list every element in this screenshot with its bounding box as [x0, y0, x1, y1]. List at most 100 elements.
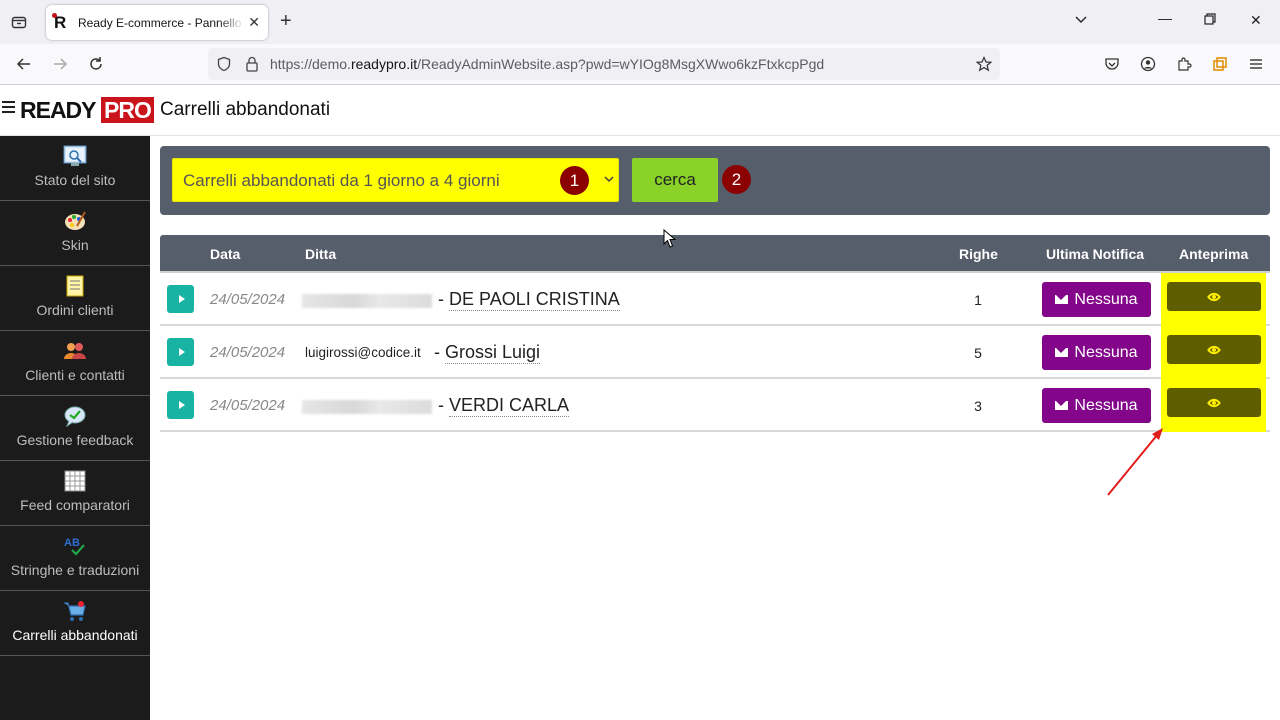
mail-icon [1055, 295, 1069, 304]
sidebar-item-label: Skin [61, 237, 89, 253]
sidebar-item-label: Gestione feedback [16, 432, 134, 448]
expand-row-button[interactable] [167, 391, 194, 419]
customer-name-link[interactable]: Grossi Luigi [445, 342, 541, 364]
account-icon[interactable] [1138, 54, 1158, 74]
logo-pro-text: PRO [101, 97, 154, 123]
sidebar-item-ordini-clienti[interactable]: Ordini clienti [0, 266, 150, 331]
expand-row-button[interactable] [167, 285, 194, 313]
sidebar-item-stato-del-sito[interactable]: Stato del sito [0, 136, 150, 201]
eye-icon [1206, 289, 1222, 304]
preview-button[interactable] [1167, 388, 1261, 417]
orders-icon [66, 275, 84, 297]
eye-icon [1206, 342, 1222, 357]
annotation-arrow-icon [1107, 428, 1163, 496]
bookmark-star-icon[interactable] [974, 54, 994, 74]
sidebar: Stato del sito Skin Ordini clienti Clien… [0, 136, 150, 720]
preview-cell-highlight [1161, 379, 1266, 432]
preview-cell-highlight [1161, 273, 1266, 326]
header-data: Data [210, 246, 241, 262]
preview-cell-highlight [1161, 326, 1266, 379]
notify-button[interactable]: Nessuna [1042, 335, 1151, 370]
back-icon[interactable] [14, 54, 34, 74]
restore-icon[interactable] [1204, 12, 1216, 28]
minimize-icon[interactable]: — [1158, 10, 1172, 26]
table-header: Data Ditta Righe Ultima Notifica Antepri… [160, 235, 1270, 273]
sidebar-item-label: Ordini clienti [36, 302, 114, 318]
row-customer: - DE PAOLI CRISTINA [438, 289, 620, 311]
row-date: 24/05/2024 [210, 344, 286, 361]
feedback-icon [64, 406, 86, 427]
svg-text:AB: AB [64, 537, 80, 549]
contacts-icon [64, 343, 86, 359]
hamburger-menu-icon[interactable] [2, 101, 15, 113]
search-button[interactable]: cerca [632, 158, 718, 202]
reload-icon[interactable] [86, 54, 106, 74]
sidebar-item-label: Stato del sito [34, 172, 116, 188]
new-tab-icon[interactable]: + [280, 11, 292, 31]
preview-button[interactable] [1167, 335, 1261, 364]
sidebar-item-label: Carrelli abbandonati [12, 627, 138, 643]
sidebar-item-label: Feed comparatori [20, 497, 130, 513]
sidebar-item-label: Clienti e contatti [25, 367, 125, 383]
tracking-shield-icon[interactable] [214, 54, 234, 74]
chevron-down-icon [604, 171, 614, 187]
cart-icon [64, 601, 86, 621]
header-righe: Righe [959, 246, 998, 262]
app-menu-icon[interactable] [1246, 54, 1266, 74]
table-row: 24/05/2024 luigirossi@codice.it - Grossi… [160, 326, 1270, 379]
extensions-icon[interactable] [1174, 54, 1194, 74]
palette-icon [65, 211, 86, 230]
row-customer: - Grossi Luigi [434, 342, 541, 364]
row-date: 24/05/2024 [210, 397, 286, 414]
address-bar[interactable]: https://demo.readypro.it/ReadyAdminWebsi… [208, 48, 1000, 80]
row-righe: 1 [974, 292, 982, 308]
period-select-value: Carrelli abbandonati da 1 giorno a 4 gio… [183, 171, 500, 190]
period-select[interactable]: Carrelli abbandonati da 1 giorno a 4 gio… [172, 158, 619, 202]
site-status-icon [63, 145, 87, 166]
page-title: Carrelli abbandonati [160, 99, 331, 120]
mouse-cursor-icon [663, 229, 677, 248]
sidebar-item-stringhe-e-traduzioni[interactable]: AB Stringhe e traduzioni [0, 526, 150, 591]
customer-name-link[interactable]: VERDI CARLA [449, 395, 570, 417]
tab-overflow-chevron-icon[interactable] [1074, 12, 1088, 29]
mail-icon [1055, 401, 1069, 410]
sidebar-item-feed-comparatori[interactable]: Feed comparatori [0, 461, 150, 526]
notify-button[interactable]: Nessuna [1042, 388, 1151, 423]
blurred-email [302, 294, 432, 308]
tab-list-icon[interactable] [8, 11, 30, 33]
url-text[interactable]: https://demo.readypro.it/ReadyAdminWebsi… [270, 56, 824, 72]
filter-panel: Carrelli abbandonati da 1 giorno a 4 gio… [160, 146, 1270, 215]
row-righe: 3 [974, 398, 982, 414]
tab-title: Ready E-commerce - Pannello amministrazi… [78, 15, 244, 30]
row-email: luigirossi@codice.it [305, 345, 421, 360]
translations-icon: AB [64, 537, 85, 556]
readypro-favicon-icon: R [52, 12, 70, 31]
notify-button[interactable]: Nessuna [1042, 282, 1151, 317]
header-anteprima: Anteprima [1179, 246, 1249, 262]
expand-row-button[interactable] [167, 338, 194, 366]
blurred-email [302, 400, 432, 414]
window-close-icon[interactable]: ✕ [1250, 12, 1262, 29]
forward-icon[interactable] [50, 54, 70, 74]
lock-icon[interactable] [242, 54, 262, 74]
preview-button[interactable] [1167, 282, 1261, 311]
browser-navbar: https://demo.readypro.it/ReadyAdminWebsi… [0, 44, 1280, 85]
row-date: 24/05/2024 [210, 291, 286, 308]
step-badge-1: 1 [560, 166, 589, 195]
abandoned-carts-table: Data Ditta Righe Ultima Notifica Antepri… [160, 235, 1270, 432]
tab-close-icon[interactable]: ✕ [248, 14, 260, 31]
browser-tab[interactable]: R Ready E-commerce - Pannello amministra… [46, 5, 268, 40]
containers-icon[interactable] [1210, 54, 1230, 74]
header-ultima-notifica: Ultima Notifica [1046, 246, 1145, 262]
sidebar-item-label: Stringhe e traduzioni [10, 562, 140, 578]
customer-name-link[interactable]: DE PAOLI CRISTINA [449, 289, 620, 311]
sidebar-item-gestione-feedback[interactable]: Gestione feedback [0, 396, 150, 461]
row-righe: 5 [974, 345, 982, 361]
pocket-icon[interactable] [1102, 54, 1122, 74]
sidebar-item-skin[interactable]: Skin [0, 201, 150, 266]
sidebar-item-carrelli-abbandonati[interactable]: Carrelli abbandonati [0, 591, 150, 656]
header-ditta: Ditta [305, 246, 337, 262]
sidebar-item-clienti-e-contatti[interactable]: Clienti e contatti [0, 331, 150, 396]
logo-ready-text: READY [20, 97, 97, 123]
mail-icon [1055, 348, 1069, 357]
